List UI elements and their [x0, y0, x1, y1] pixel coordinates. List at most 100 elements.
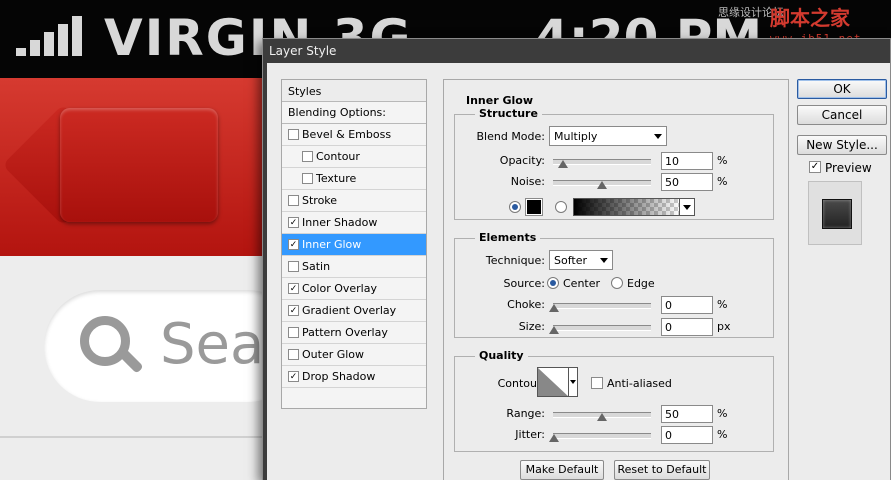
noise-unit: % — [717, 175, 728, 188]
chevron-down-icon — [654, 134, 662, 139]
source-center-radio[interactable] — [547, 277, 559, 289]
range-input[interactable]: 50 — [661, 405, 713, 423]
quality-title: Quality — [475, 349, 528, 362]
reset-to-default-button[interactable]: Reset to Default — [614, 460, 710, 480]
jitter-input[interactable]: 0 — [661, 426, 713, 444]
contour-dropdown-icon[interactable] — [568, 367, 578, 397]
size-slider-thumb[interactable] — [549, 326, 559, 334]
signal-bars-icon — [16, 16, 96, 56]
style-item-gradient-overlay[interactable]: Gradient Overlay — [282, 300, 426, 322]
style-item-label: Texture — [316, 172, 357, 185]
choke-label: Choke: — [507, 298, 545, 311]
contour-label: Contour: — [497, 377, 545, 390]
opacity-slider-thumb[interactable] — [558, 160, 568, 168]
range-label: Range: — [506, 407, 545, 420]
preview-square — [822, 199, 852, 229]
blend-mode-label: Blend Mode: — [476, 130, 546, 143]
style-item-texture[interactable]: Texture — [282, 168, 426, 190]
style-item-pattern-overlay[interactable]: Pattern Overlay — [282, 322, 426, 344]
style-item-label: Bevel & Emboss — [302, 128, 392, 141]
choke-slider[interactable] — [549, 303, 651, 312]
structure-title: Structure — [475, 107, 542, 120]
style-checkbox[interactable] — [288, 371, 299, 382]
styles-header[interactable]: Styles — [282, 80, 426, 102]
dialog-titlebar[interactable]: Layer Style — [263, 39, 890, 63]
style-item-label: Drop Shadow — [302, 370, 376, 383]
style-checkbox[interactable] — [288, 327, 299, 338]
watermark-logo: 脚本之家 — [770, 6, 850, 30]
cancel-button[interactable]: Cancel — [797, 105, 887, 125]
style-item-label: Outer Glow — [302, 348, 365, 361]
anti-aliased-label: Anti-aliased — [607, 377, 672, 390]
gradient-dropdown-icon[interactable] — [679, 198, 695, 216]
size-input[interactable]: 0 — [661, 318, 713, 336]
opacity-slider[interactable] — [553, 159, 651, 168]
noise-slider-thumb[interactable] — [597, 181, 607, 189]
style-checkbox[interactable] — [288, 283, 299, 294]
jitter-slider[interactable] — [549, 433, 651, 442]
choke-unit: % — [717, 298, 728, 311]
gradient-radio[interactable] — [555, 201, 567, 213]
new-style-button[interactable]: New Style... — [797, 135, 887, 155]
dialog-body: Styles Blending Options: DefaultBevel & … — [263, 63, 890, 480]
style-item-stroke[interactable]: Stroke — [282, 190, 426, 212]
style-item-label: Pattern Overlay — [302, 326, 388, 339]
contour-picker[interactable] — [537, 367, 569, 397]
layer-style-dialog: Layer Style Styles Blending Options: Def… — [262, 38, 891, 480]
gradient-picker[interactable] — [573, 198, 681, 216]
style-item-label: Satin — [302, 260, 331, 273]
style-item-contour[interactable]: Contour — [282, 146, 426, 168]
style-item-label: Inner Glow — [302, 238, 362, 251]
search-placeholder-text: Sea — [160, 312, 265, 377]
size-unit: px — [717, 320, 731, 333]
style-item-inner-shadow[interactable]: Inner Shadow — [282, 212, 426, 234]
style-item-blending-options-default[interactable]: Blending Options: Default — [282, 102, 426, 140]
size-slider[interactable] — [549, 325, 651, 334]
technique-select[interactable]: Softer — [549, 250, 613, 270]
source-edge-radio[interactable] — [611, 277, 623, 289]
opacity-input[interactable]: 10 — [661, 152, 713, 170]
style-checkbox[interactable] — [288, 217, 299, 228]
jitter-slider-thumb[interactable] — [549, 434, 559, 442]
technique-label: Technique: — [485, 254, 545, 267]
style-checkbox[interactable] — [288, 305, 299, 316]
anti-aliased-checkbox[interactable] — [591, 377, 603, 389]
dialog-title: Layer Style — [269, 44, 337, 58]
ok-button[interactable]: OK — [797, 79, 887, 99]
style-checkbox[interactable] — [302, 173, 313, 184]
make-default-button[interactable]: Make Default — [520, 460, 604, 480]
style-checkbox[interactable] — [288, 239, 299, 250]
noise-slider[interactable] — [553, 180, 651, 189]
glow-color-swatch[interactable] — [525, 198, 543, 216]
style-item-color-overlay[interactable]: Color Overlay — [282, 278, 426, 300]
source-center-label: Center — [563, 277, 601, 290]
blend-mode-select[interactable]: Multiply — [549, 126, 667, 146]
choke-input[interactable]: 0 — [661, 296, 713, 314]
style-checkbox[interactable] — [288, 129, 299, 140]
style-checkbox[interactable] — [288, 195, 299, 206]
style-item-label: Inner Shadow — [302, 216, 378, 229]
source-label: Source: — [503, 277, 546, 290]
style-item-inner-glow[interactable]: Inner Glow — [282, 234, 426, 256]
style-item-drop-shadow[interactable]: Drop Shadow — [282, 366, 426, 388]
elements-title: Elements — [475, 231, 541, 244]
style-checkbox[interactable] — [288, 261, 299, 272]
style-item-satin[interactable]: Satin — [282, 256, 426, 278]
preview-checkbox[interactable] — [809, 161, 821, 173]
range-slider-thumb[interactable] — [597, 413, 607, 421]
style-item-label: Contour — [316, 150, 360, 163]
size-label: Size: — [518, 320, 545, 333]
quality-group: Quality Contour: Anti-aliased Range: 50 … — [454, 349, 774, 452]
noise-input[interactable]: 50 — [661, 173, 713, 191]
jitter-unit: % — [717, 428, 728, 441]
style-preview-thumbnail — [808, 181, 862, 245]
style-item-outer-glow[interactable]: Outer Glow — [282, 344, 426, 366]
choke-slider-thumb[interactable] — [549, 304, 559, 312]
style-checkbox[interactable] — [288, 349, 299, 360]
solid-color-radio[interactable] — [509, 201, 521, 213]
style-checkbox[interactable] — [302, 151, 313, 162]
back-button-shape — [60, 108, 218, 222]
style-item-bevel-emboss[interactable]: Bevel & Emboss — [282, 124, 426, 146]
range-unit: % — [717, 407, 728, 420]
range-slider[interactable] — [553, 412, 651, 421]
